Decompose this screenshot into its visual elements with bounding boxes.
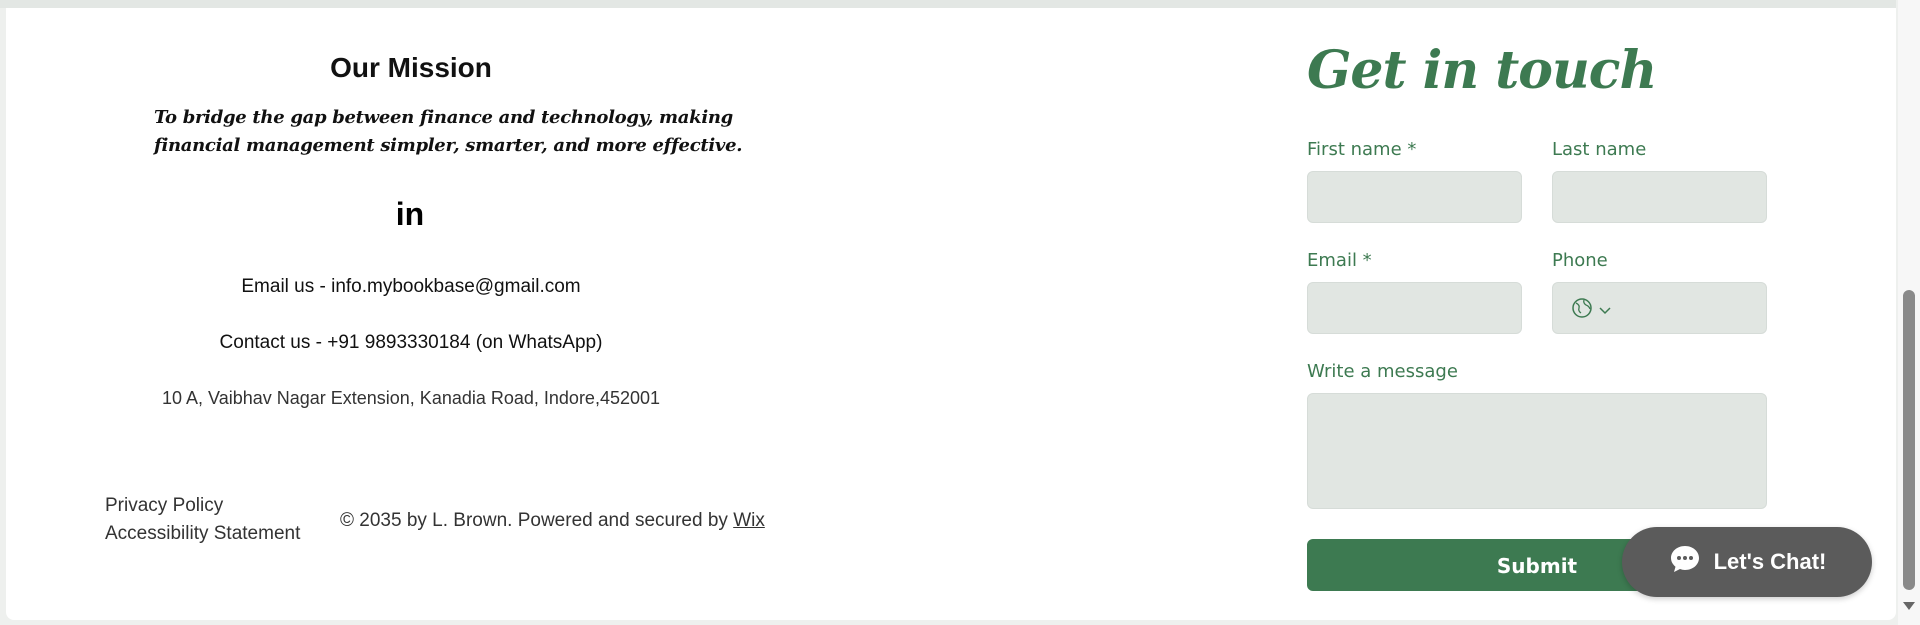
country-selector[interactable] <box>1571 297 1611 324</box>
wix-link[interactable]: Wix <box>733 510 765 531</box>
copyright-text: © 2035 by L. Brown. Powered and secured … <box>340 510 734 531</box>
first-name-label: First name * <box>1307 139 1417 160</box>
contact-line: Contact us - +91 9893330184 (on WhatsApp… <box>219 332 603 353</box>
linkedin-icon[interactable]: in <box>395 198 425 230</box>
chevron-down-icon <box>1599 302 1611 320</box>
email-label: Email * <box>1307 250 1372 271</box>
form-title: Get in touch <box>1307 40 1657 101</box>
message-field[interactable] <box>1307 393 1767 509</box>
mission-title: Our Mission <box>330 52 492 83</box>
first-name-field[interactable] <box>1307 171 1522 223</box>
scrollbar[interactable] <box>1898 0 1920 625</box>
top-strip <box>0 0 1896 8</box>
phone-label: Phone <box>1552 250 1608 271</box>
message-label: Write a message <box>1307 361 1458 382</box>
mission-text: To bridge the gap between finance and te… <box>154 107 743 156</box>
chat-bubble-icon <box>1668 542 1702 582</box>
copyright: © 2035 by L. Brown. Powered and secured … <box>340 510 765 532</box>
footer-links: Privacy Policy Accessibility Statement <box>105 492 300 548</box>
chat-button[interactable]: Let's Chat! <box>1622 527 1872 597</box>
accessibility-statement-link[interactable]: Accessibility Statement <box>105 520 300 548</box>
email-field[interactable] <box>1307 282 1522 334</box>
last-name-field[interactable] <box>1552 171 1767 223</box>
email-line: Email us - info.mybookbase@gmail.com <box>241 276 581 297</box>
globe-icon <box>1571 297 1593 324</box>
privacy-policy-link[interactable]: Privacy Policy <box>105 492 300 520</box>
scroll-down-arrow-icon[interactable] <box>1903 602 1915 610</box>
last-name-label: Last name <box>1552 139 1647 160</box>
scroll-thumb[interactable] <box>1903 290 1915 590</box>
address: 10 A, Vaibhav Nagar Extension, Kanadia R… <box>161 388 661 408</box>
phone-field[interactable] <box>1552 282 1767 334</box>
chat-label: Let's Chat! <box>1713 549 1827 574</box>
